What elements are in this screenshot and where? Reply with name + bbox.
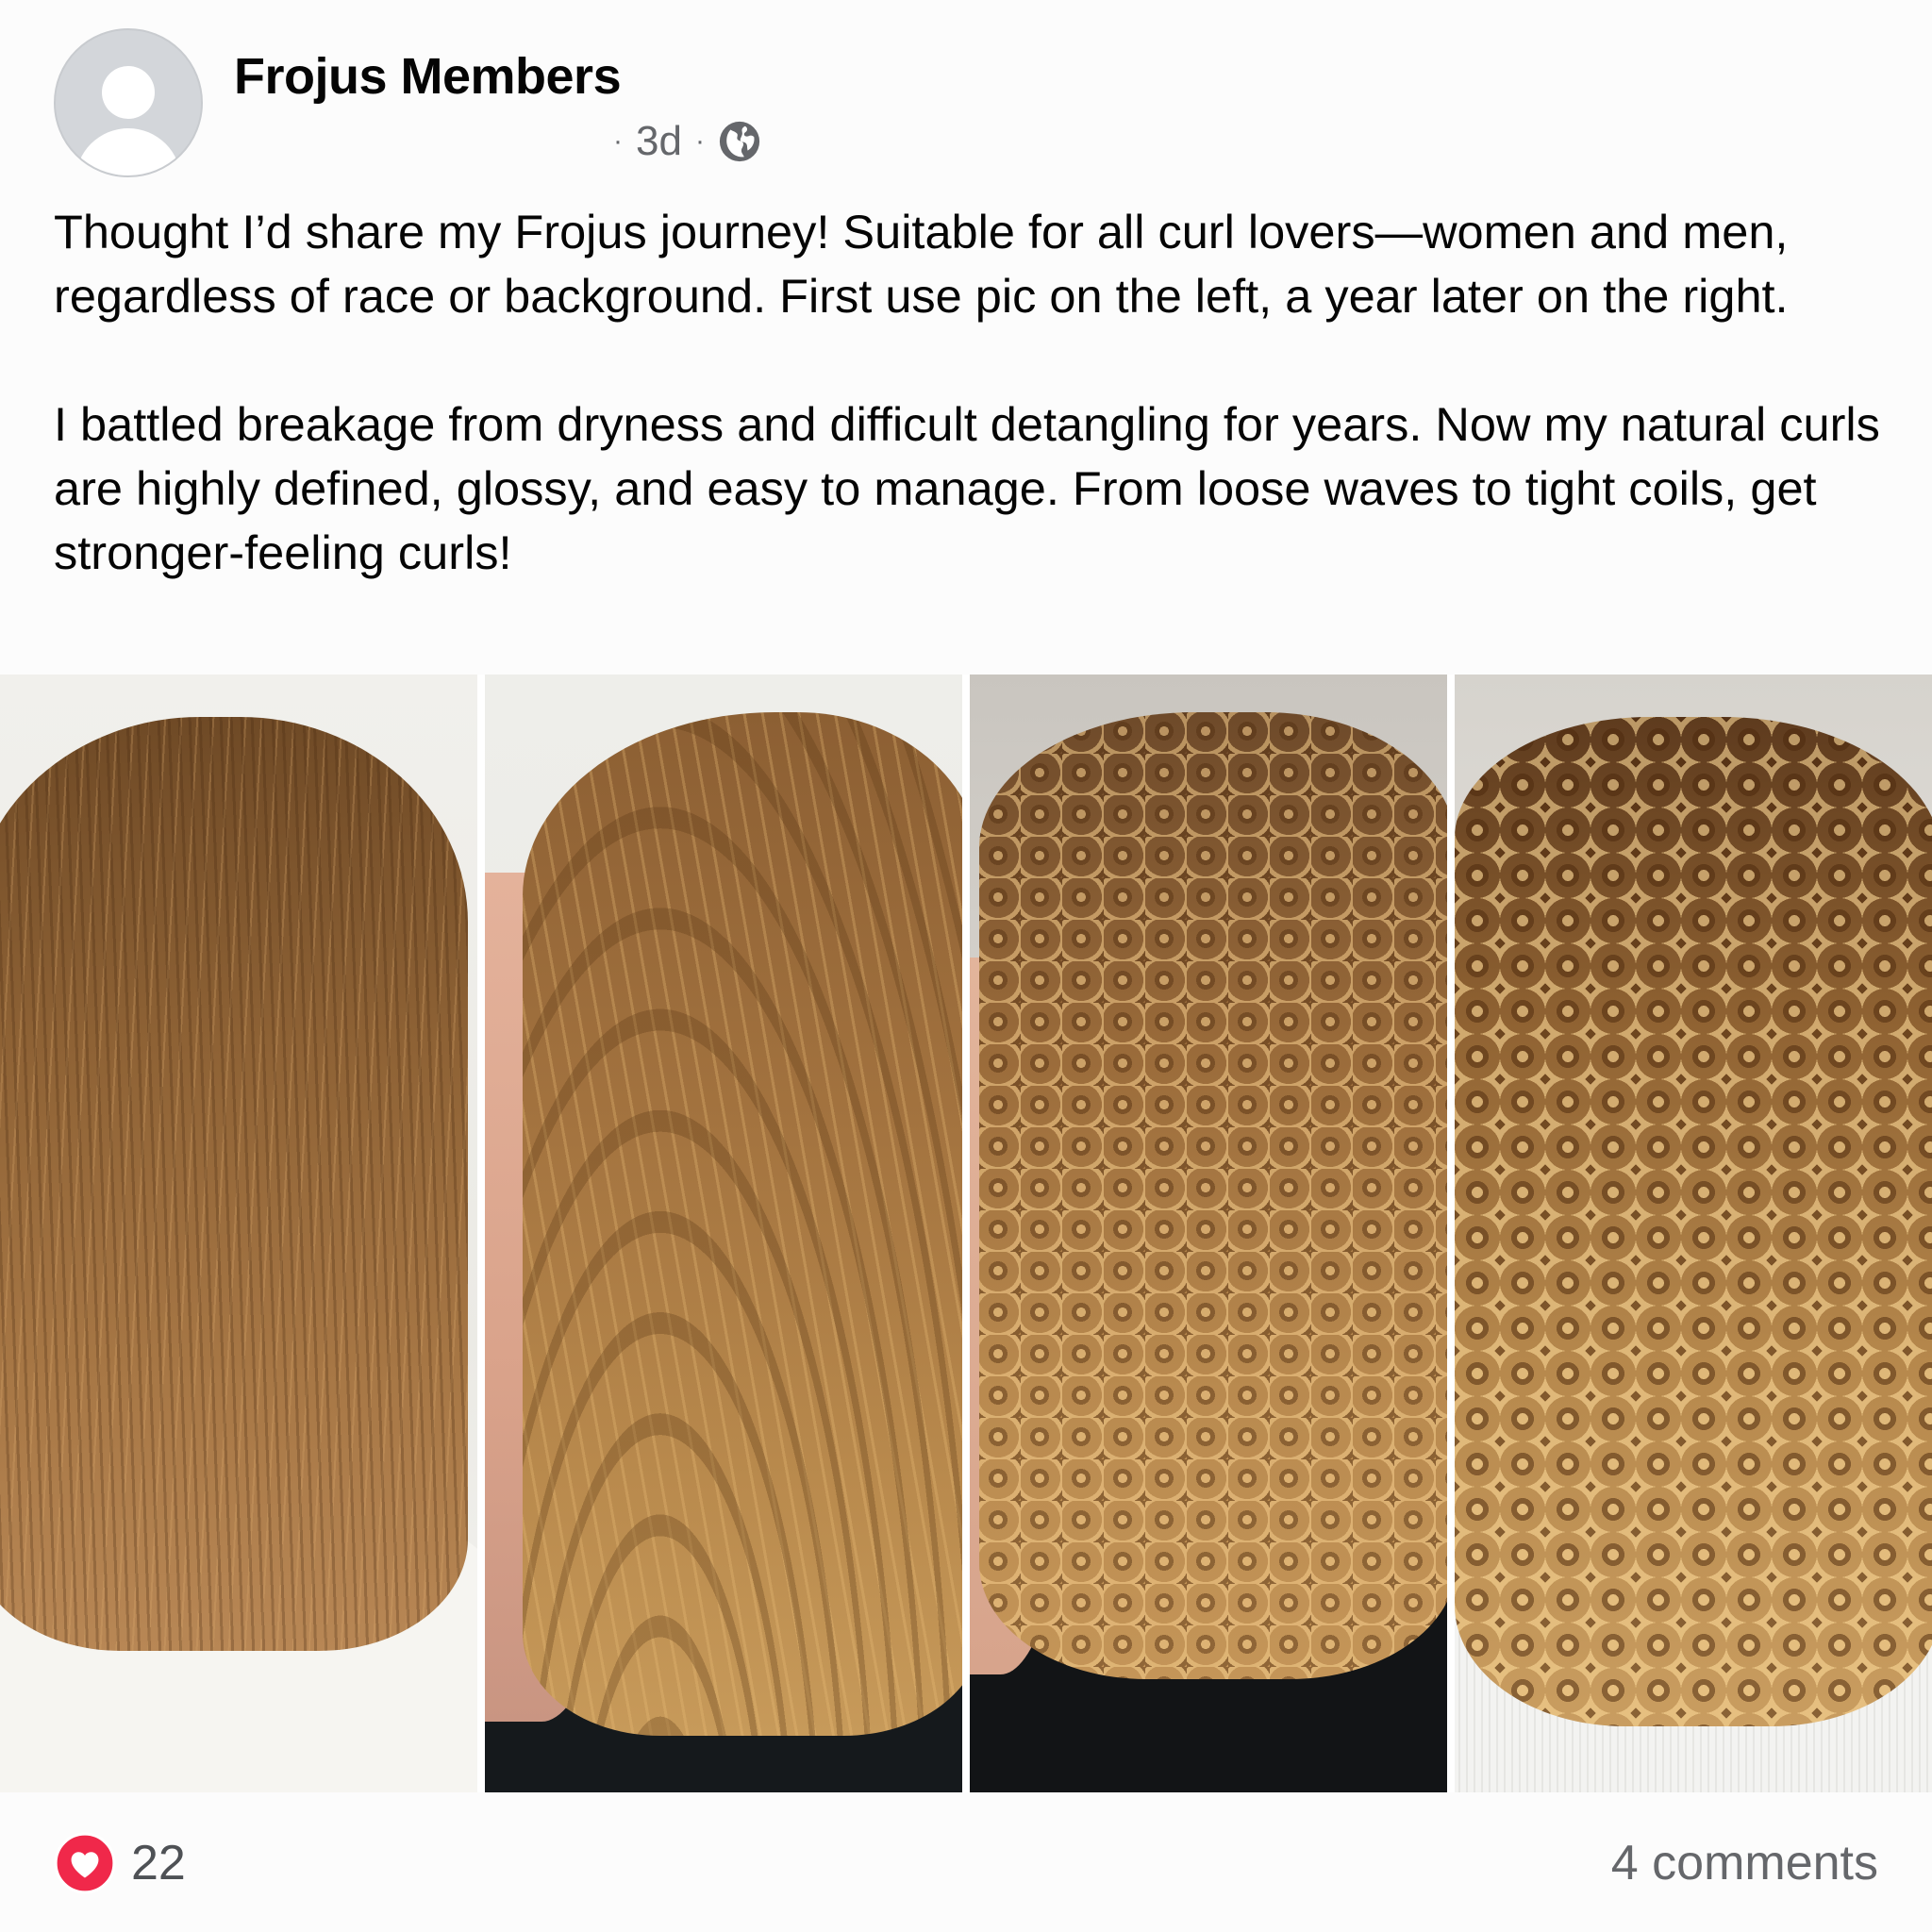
post-photo-3[interactable]	[970, 675, 1447, 1792]
reaction-count: 22	[131, 1836, 186, 1890]
post-meta: · 3d ·	[613, 113, 761, 170]
avatar-head-shape	[102, 66, 155, 119]
post-footer: 22 4 comments	[54, 1830, 1878, 1896]
photo-hair	[1455, 717, 1932, 1726]
avatar[interactable]	[54, 28, 203, 177]
globe-icon[interactable]	[718, 120, 761, 163]
avatar-body-shape	[75, 128, 181, 175]
post-paragraph: Thought I’d share my Frojus journey! Sui…	[54, 205, 1789, 323]
feed-post: Frojus Members · 3d · Thought I’d share …	[0, 0, 1932, 1932]
photo-hair	[523, 712, 962, 1736]
photo-hair	[0, 717, 468, 1651]
post-photo-4[interactable]	[1455, 675, 1932, 1792]
post-timestamp[interactable]: 3d	[636, 118, 682, 165]
post-author-name[interactable]: Frojus Members	[234, 47, 622, 106]
photo-hair	[979, 712, 1447, 1679]
heart-icon	[54, 1832, 116, 1894]
photo-gallery	[0, 675, 1932, 1792]
comments-count-link[interactable]: 4 comments	[1611, 1835, 1878, 1891]
post-photo-2[interactable]	[485, 675, 962, 1792]
post-photo-1[interactable]	[0, 675, 477, 1792]
meta-separator: ·	[613, 125, 623, 157]
reactions-summary[interactable]: 22	[54, 1832, 186, 1894]
post-paragraph: I battled breakage from dryness and diff…	[54, 397, 1880, 579]
meta-separator: ·	[694, 125, 705, 157]
post-body: Thought I’d share my Frojus journey! Sui…	[54, 200, 1893, 585]
